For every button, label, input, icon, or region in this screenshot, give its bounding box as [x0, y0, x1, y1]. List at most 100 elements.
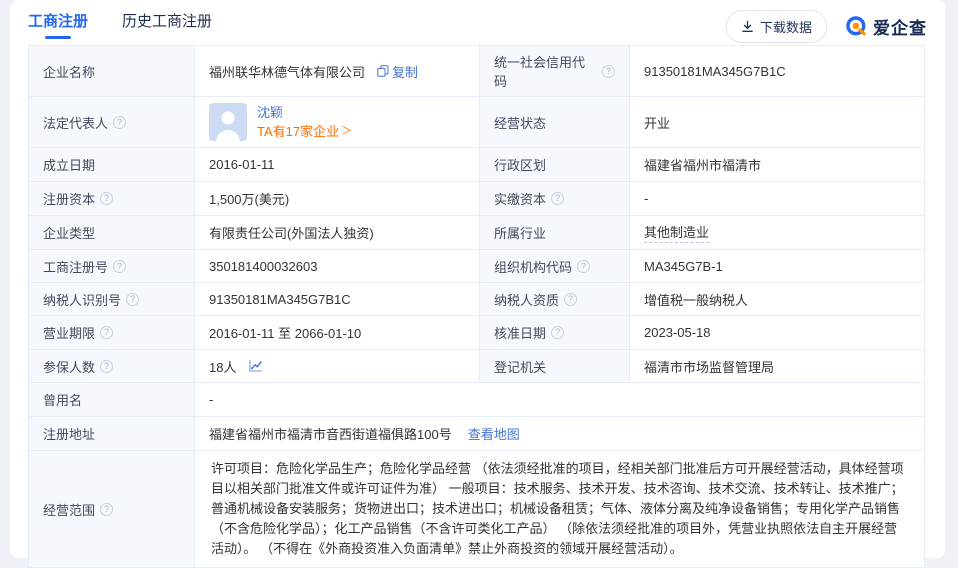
status-value: 开业	[644, 113, 670, 132]
table-row: 企业类型 有限责任公司(外国法人独资) 所属行业 其他制造业	[29, 215, 924, 249]
copy-button[interactable]: 复制	[377, 62, 418, 81]
taxpayer-qualification-value: 增值税一般纳税人	[644, 290, 748, 309]
field-label-text: 实缴资本	[494, 189, 546, 208]
approval-date-cell: 2023-05-18	[629, 316, 924, 349]
region-cell: 福建省福州市福清市	[629, 148, 924, 181]
field-label-text: 工商注册号	[43, 257, 108, 276]
help-icon[interactable]: ?	[113, 260, 126, 273]
field-label-text: 参保人数	[43, 357, 95, 376]
help-icon[interactable]: ?	[564, 293, 577, 306]
registration-authority-cell: 福清市市场监督管理局	[629, 350, 924, 382]
help-icon[interactable]: ?	[113, 116, 126, 129]
former-name-label: 曾用名	[29, 383, 194, 416]
org-code-cell: MA345G7B-1	[629, 250, 924, 282]
business-term-cell: 2016-01-11 至 2066-01-10	[194, 316, 479, 349]
est-date-label: 成立日期	[29, 148, 194, 181]
business-term-value: 2016-01-11 至 2066-01-10	[209, 323, 361, 342]
taxpayer-id-label: 纳税人识别号 ?	[29, 283, 194, 315]
field-label-text: 经营范围	[43, 500, 95, 519]
legal-rep-companies-link[interactable]: TA有17家企业 ＞	[257, 123, 352, 140]
header-right: 下载数据 爱企查	[726, 10, 927, 43]
download-icon	[741, 20, 754, 33]
reg-address-value: 福建省福州市福清市音西街道福俱路100号	[209, 424, 452, 443]
region-value: 福建省福州市福清市	[644, 155, 761, 174]
tab-bar: 工商注册 历史工商注册	[28, 10, 212, 43]
taxpayer-id-cell: 91350181MA345G7B1C	[194, 283, 479, 315]
reg-number-label: 工商注册号 ?	[29, 250, 194, 282]
companies-link-text: TA有17家企业	[257, 123, 339, 140]
help-icon[interactable]: ?	[100, 503, 113, 516]
help-icon[interactable]: ?	[100, 192, 113, 205]
brand-logo[interactable]: 爱企查	[845, 14, 927, 39]
company-name-cell: 福州联华林德气体有限公司 复制	[194, 46, 479, 96]
legal-rep-avatar[interactable]	[209, 103, 247, 141]
copy-label: 复制	[392, 62, 418, 81]
credit-code-label: 统一社会信用代码 ?	[479, 46, 629, 96]
reg-capital-cell: 1,500万(美元)	[194, 182, 479, 215]
industry-cell: 其他制造业	[629, 216, 924, 249]
table-row: 纳税人识别号 ? 91350181MA345G7B1C 纳税人资质 ? 增值税一…	[29, 282, 924, 315]
company-type-cell: 有限责任公司(外国法人独资)	[194, 216, 479, 249]
legal-rep-label: 法定代表人 ?	[29, 97, 194, 147]
business-registration-card: 工商注册 历史工商注册 下载数据 爱企查	[10, 0, 945, 558]
business-term-label: 营业期限 ?	[29, 316, 194, 349]
field-label-text: 核准日期	[494, 323, 546, 342]
help-icon[interactable]: ?	[100, 360, 113, 373]
est-date-value: 2016-01-11	[209, 157, 275, 172]
status-label: 经营状态	[479, 97, 629, 147]
company-type-label: 企业类型	[29, 216, 194, 249]
help-icon[interactable]: ?	[551, 326, 564, 339]
table-row: 曾用名 -	[29, 382, 924, 416]
status-cell: 开业	[629, 97, 924, 147]
legal-rep-info: 沈颖 TA有17家企业 ＞	[257, 104, 352, 140]
help-icon[interactable]: ?	[100, 326, 113, 339]
help-icon[interactable]: ?	[602, 65, 615, 78]
tab-history-registration[interactable]: 历史工商注册	[122, 10, 212, 43]
reg-number-cell: 350181400032603	[194, 250, 479, 282]
paid-capital-value: -	[644, 191, 648, 206]
legal-rep-cell: 沈颖 TA有17家企业 ＞	[194, 97, 479, 147]
brand-name: 爱企查	[873, 14, 927, 39]
download-data-button[interactable]: 下载数据	[726, 10, 827, 43]
insured-count-value: 18人	[209, 357, 236, 376]
region-label: 行政区划	[479, 148, 629, 181]
company-type-value: 有限责任公司(外国法人独资)	[209, 223, 374, 242]
header: 工商注册 历史工商注册 下载数据 爱企查	[10, 0, 945, 44]
credit-code-value: 91350181MA345G7B1C	[644, 64, 786, 79]
approval-date-label: 核准日期 ?	[479, 316, 629, 349]
field-label-text: 经营状态	[494, 113, 546, 132]
reg-address-label: 注册地址	[29, 417, 194, 450]
reg-number-value: 350181400032603	[209, 259, 317, 274]
est-date-cell: 2016-01-11	[194, 148, 479, 181]
view-map-link[interactable]: 查看地图	[468, 424, 520, 443]
help-icon[interactable]: ?	[577, 260, 590, 273]
table-row: 注册资本 ? 1,500万(美元) 实缴资本 ? -	[29, 181, 924, 215]
former-name-cell: -	[194, 383, 924, 416]
field-label-text: 曾用名	[43, 390, 82, 409]
business-scope-label: 经营范围 ?	[29, 451, 194, 567]
registration-authority-value: 福清市市场监督管理局	[644, 357, 774, 376]
aiqicha-logo-icon	[845, 15, 868, 38]
field-label-text: 企业类型	[43, 223, 95, 242]
legal-rep-name-link[interactable]: 沈颖	[257, 104, 352, 121]
registration-authority-label: 登记机关	[479, 350, 629, 382]
table-row: 工商注册号 ? 350181400032603 组织机构代码 ? MA345G7…	[29, 249, 924, 282]
reg-capital-label: 注册资本 ?	[29, 182, 194, 215]
chevron-right-icon: ＞	[341, 123, 352, 140]
insured-trend-chart-icon[interactable]	[248, 359, 263, 373]
credit-code-cell: 91350181MA345G7B1C	[629, 46, 924, 96]
industry-value[interactable]: 其他制造业	[644, 222, 709, 243]
field-label-text: 所属行业	[494, 223, 546, 242]
table-row: 参保人数 ? 18人 登记机关 福清市市场监督管理局	[29, 349, 924, 382]
help-icon[interactable]: ?	[551, 192, 564, 205]
registration-info-table: 企业名称 福州联华林德气体有限公司 复制 统一社会信用代码 ? 91350181…	[28, 45, 925, 568]
tab-business-registration[interactable]: 工商注册	[28, 10, 88, 43]
business-scope-cell: 许可项目：危险化学品生产；危险化学品经营 （依法须经批准的项目，经相关部门批准后…	[194, 451, 924, 567]
former-name-value: -	[209, 392, 213, 407]
help-icon[interactable]: ?	[126, 293, 139, 306]
taxpayer-id-value: 91350181MA345G7B1C	[209, 292, 351, 307]
taxpayer-qualification-label: 纳税人资质 ?	[479, 283, 629, 315]
table-row: 经营范围 ? 许可项目：危险化学品生产；危险化学品经营 （依法须经批准的项目，经…	[29, 450, 924, 567]
industry-label: 所属行业	[479, 216, 629, 249]
copy-icon	[377, 65, 389, 77]
